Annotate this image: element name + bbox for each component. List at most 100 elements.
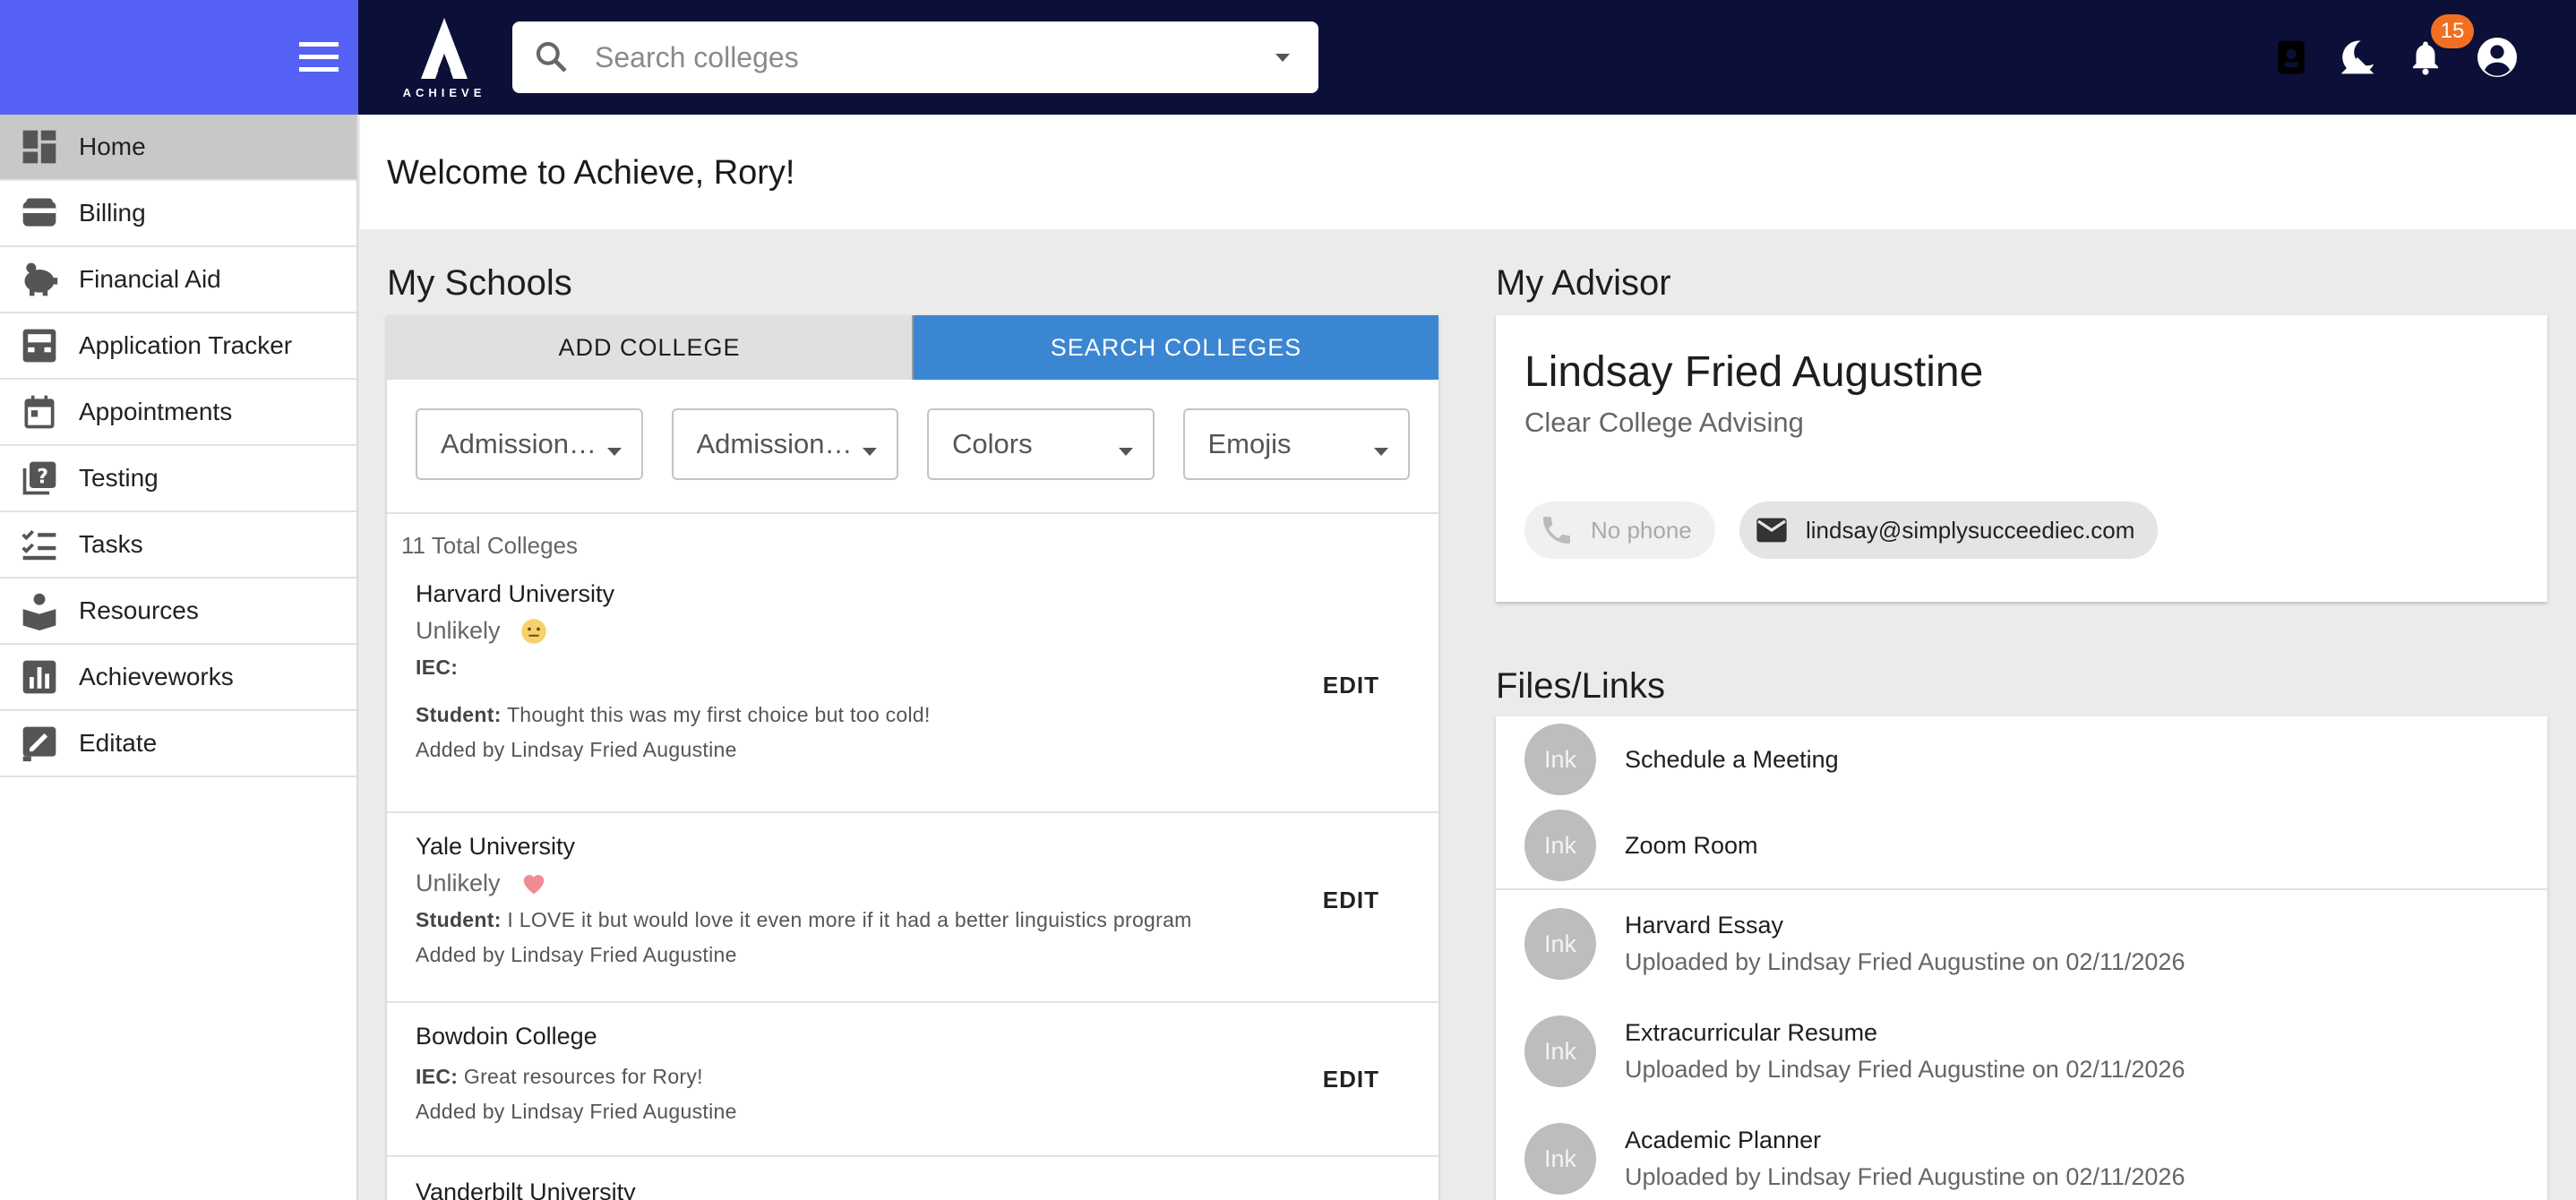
welcome-banner: Welcome to Achieve, Rory! <box>360 115 2576 229</box>
file-title: Extracurricular Resume <box>1625 1019 1878 1046</box>
chevron-down-icon <box>1370 437 1392 459</box>
sidebar-item-home[interactable]: Home <box>0 115 356 181</box>
select-value: Colors <box>952 428 1033 459</box>
file-item[interactable]: Ink Extracurricular Resume Uploaded by L… <box>1496 1016 2547 1087</box>
sidebar-item-label: Billing <box>79 199 146 227</box>
calendar-icon <box>18 390 61 433</box>
colors-select[interactable]: Colors <box>927 408 1155 480</box>
student-text: Thought this was my first choice but too… <box>506 703 931 726</box>
my-advisor-title: My Advisor <box>1496 263 1671 303</box>
account-icon[interactable] <box>2469 29 2526 86</box>
sidebar-item-testing[interactable]: ? Testing <box>0 446 356 512</box>
sidebar-item-editate[interactable]: Editate <box>0 711 356 777</box>
student-text: I LOVE it but would love it even more if… <box>507 908 1192 931</box>
college-list-item[interactable]: Yale University Unlikely Student: I LOVE… <box>387 813 1438 1003</box>
college-name: Yale University <box>416 833 576 860</box>
edit-college-button[interactable]: EDIT <box>1323 1066 1379 1093</box>
bar-chart-icon <box>18 656 61 699</box>
add-college-button[interactable]: ADD COLLEGE <box>387 315 914 380</box>
college-list-item[interactable]: Bowdoin College IEC: Great resources for… <box>387 1003 1438 1157</box>
sidebar-item-financial-aid[interactable]: Financial Aid <box>0 247 356 313</box>
sidebar-item-label: Home <box>79 133 146 160</box>
emojis-select[interactable]: Emojis <box>1182 408 1410 480</box>
sidebar-item-label: Appointments <box>79 398 233 425</box>
search-input[interactable] <box>595 40 1222 74</box>
college-search[interactable] <box>512 21 1318 93</box>
my-schools-card: ADD COLLEGE SEARCH COLLEGES Admission P.… <box>387 315 1438 1200</box>
dark-mode-icon[interactable] <box>2329 29 2386 86</box>
heart-emoji-icon <box>520 870 547 897</box>
advisor-name: Lindsay Fried Augustine <box>1524 348 1984 396</box>
sidebar-item-appointments[interactable]: Appointments <box>0 380 356 446</box>
student-label: Student: <box>416 908 502 931</box>
college-name: Harvard University <box>416 580 615 607</box>
select-value: Admission D... <box>696 428 858 459</box>
sidebar-item-achieveworks[interactable]: Achieveworks <box>0 645 356 711</box>
total-colleges-count: 11 Total Colleges <box>401 532 579 559</box>
sidebar-item-label: Financial Aid <box>79 265 221 293</box>
files-links-card: Ink Schedule a Meeting Ink Zoom Room Ink… <box>1496 716 2547 1200</box>
link-item[interactable]: Ink Schedule a Meeting <box>1496 724 2547 795</box>
sidebar-item-label: Editate <box>79 729 158 757</box>
reading-icon <box>18 589 61 632</box>
edit-note-icon <box>18 722 61 765</box>
file-uploaded-by: Uploaded by Lindsay Fried Augustine on 0… <box>1625 1163 2185 1190</box>
iec-note: IEC: Great resources for Rory! <box>416 1065 1438 1089</box>
select-value: Emojis <box>1207 428 1292 459</box>
file-uploaded-by: Uploaded by Lindsay Fried Augustine on 0… <box>1625 1056 2185 1083</box>
notification-badge: 15 <box>2431 14 2474 48</box>
likelihood-text: Unlikely <box>416 870 501 896</box>
admission-plan-select[interactable]: Admission P... <box>416 408 643 480</box>
file-item[interactable]: Ink Academic Planner Uploaded by Lindsay… <box>1496 1123 2547 1195</box>
email-icon <box>1750 509 1793 552</box>
edit-college-button[interactable]: EDIT <box>1323 887 1379 914</box>
divider <box>1496 888 2547 890</box>
app-root: ACHIEVE 15 Home <box>0 0 2576 1200</box>
advisor-card: Lindsay Fried Augustine Clear College Ad… <box>1496 315 2547 602</box>
drawer-header <box>0 0 358 115</box>
top-app-bar: ACHIEVE 15 <box>0 0 2576 115</box>
link-avatar: Ink <box>1524 810 1596 881</box>
phone-icon <box>1535 509 1578 552</box>
college-list-item[interactable]: Harvard University Unlikely IEC: Student… <box>387 580 1438 813</box>
sidebar-item-billing[interactable]: Billing <box>0 181 356 247</box>
sidebar-item-resources[interactable]: Resources <box>0 579 356 645</box>
sidebar-item-label: Application Tracker <box>79 331 293 359</box>
student-note: Student: I LOVE it but would love it eve… <box>416 908 1438 932</box>
achieve-logo[interactable]: ACHIEVE <box>398 14 491 100</box>
schools-tabs: ADD COLLEGE SEARCH COLLEGES <box>387 315 1438 380</box>
college-list-item[interactable]: Vanderbilt University <box>387 1157 1438 1200</box>
logo-mark-icon <box>421 18 468 79</box>
student-note: Student: Thought this was my first choic… <box>416 703 1438 727</box>
svg-text:?: ? <box>37 467 48 489</box>
phone-chip: No phone <box>1524 501 1715 559</box>
sidebar-item-application-tracker[interactable]: Application Tracker <box>0 313 356 380</box>
search-icon <box>530 36 573 79</box>
sidebar-nav: Home Billing Financial Aid Application T… <box>0 115 358 1200</box>
sidebar-item-tasks[interactable]: Tasks <box>0 512 356 579</box>
file-item[interactable]: Ink Harvard Essay Uploaded by Lindsay Fr… <box>1496 908 2547 980</box>
admission-decision-select[interactable]: Admission D... <box>671 408 898 480</box>
notifications-icon[interactable]: 15 <box>2397 14 2474 86</box>
sidebar-item-label: Tasks <box>79 530 143 558</box>
file-title: Academic Planner <box>1625 1127 1822 1153</box>
sidebar-item-label: Achieveworks <box>79 663 234 690</box>
iec-label: IEC: <box>416 1065 459 1088</box>
inbox-tray-icon <box>18 324 61 367</box>
college-name: Bowdoin College <box>416 1023 597 1050</box>
menu-icon[interactable] <box>283 21 355 93</box>
college-likelihood: Unlikely <box>416 870 1438 897</box>
likelihood-text: Unlikely <box>416 617 501 644</box>
edit-college-button[interactable]: EDIT <box>1323 672 1379 699</box>
search-colleges-button[interactable]: SEARCH COLLEGES <box>914 315 1438 380</box>
iec-text: Great resources for Rory! <box>463 1065 703 1088</box>
chevron-down-icon[interactable] <box>1272 47 1293 68</box>
contacts-book-icon[interactable] <box>2263 29 2320 86</box>
college-filters: Admission P... Admission D... Colors Emo… <box>387 380 1438 514</box>
sidebar-item-label: Testing <box>79 464 159 492</box>
email-chip[interactable]: lindsay@simplysucceediec.com <box>1739 501 2159 559</box>
file-title: Harvard Essay <box>1625 912 1784 939</box>
iec-note: IEC: <box>416 656 1438 680</box>
link-item[interactable]: Ink Zoom Room <box>1496 810 2547 881</box>
neutral-face-emoji-icon <box>520 618 547 645</box>
